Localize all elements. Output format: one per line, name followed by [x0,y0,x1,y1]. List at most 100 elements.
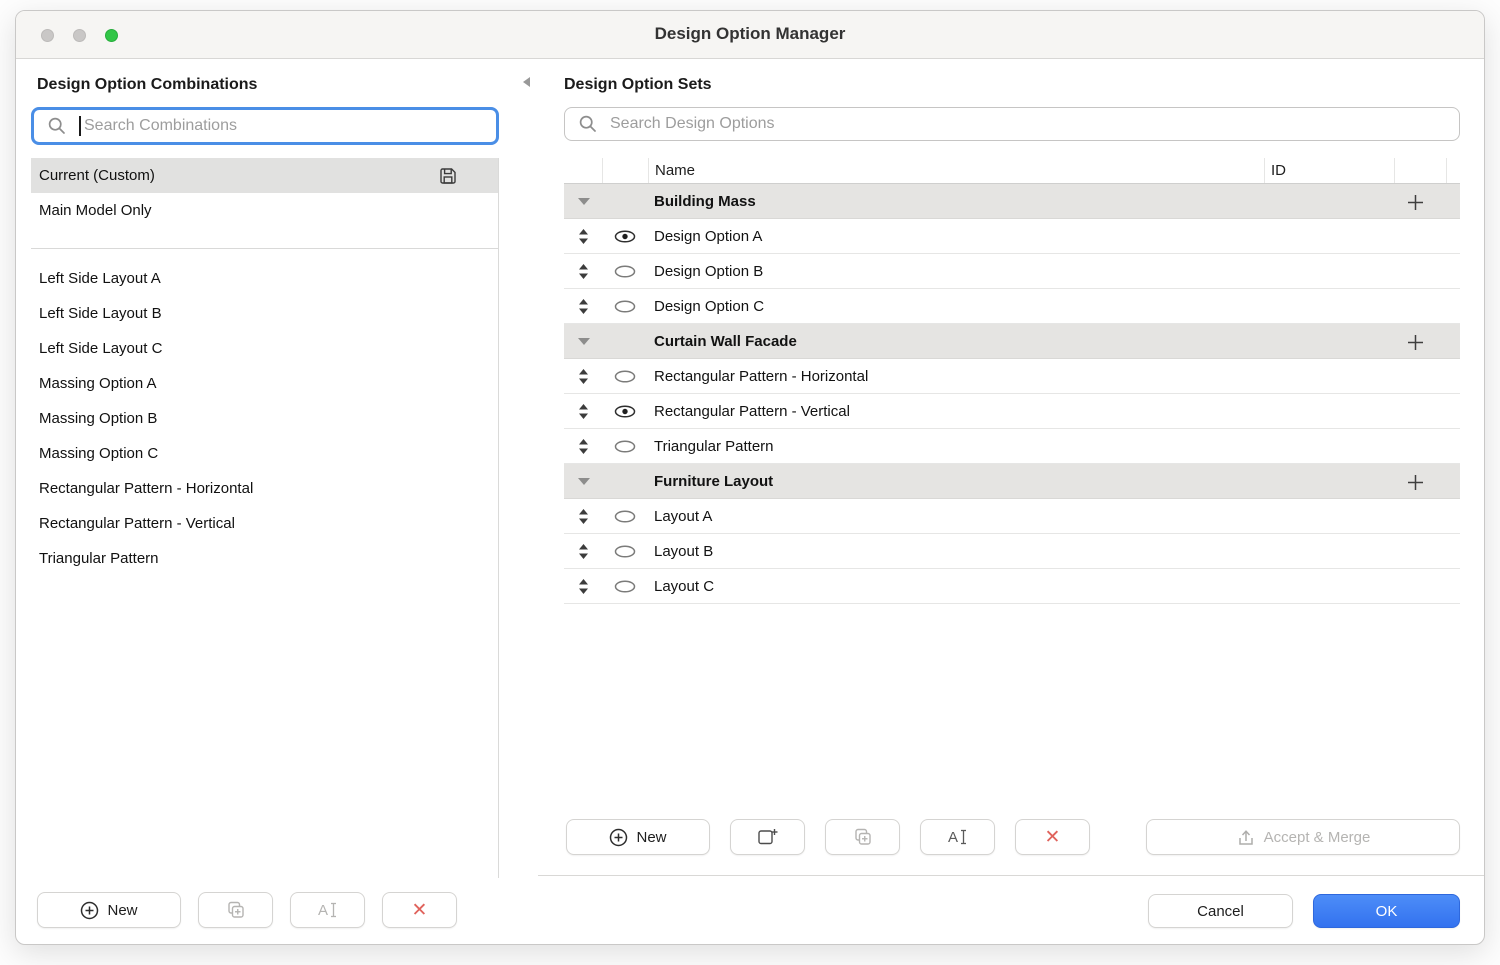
visibility-eye-icon[interactable] [613,544,637,559]
combination-item[interactable]: Triangular Pattern [31,541,498,576]
option-sets-search-box [564,107,1460,141]
combination-label: Massing Option C [39,445,158,462]
rename-icon: A [317,900,339,920]
chevron-down-icon[interactable] [578,478,590,485]
plus-icon [1407,194,1424,211]
delete-combination-button[interactable]: ✕ [382,892,457,928]
option-row[interactable]: Design Option A [564,219,1460,254]
combination-item[interactable]: Rectangular Pattern - Vertical [31,506,498,541]
option-sets-toolbar: New A [566,819,1460,855]
combination-item[interactable]: Massing Option B [31,401,498,436]
plus-circle-icon [80,901,99,920]
chevron-down-icon[interactable] [578,198,590,205]
text-caret [79,116,81,136]
option-name: Triangular Pattern [648,438,1264,455]
duplicate-combination-button[interactable] [198,892,273,928]
column-extra-2 [1446,158,1460,183]
drag-handle-icon[interactable] [564,438,602,455]
drag-handle-icon[interactable] [564,403,602,420]
combination-item[interactable]: Left Side Layout A [31,261,498,296]
column-id: ID [1264,158,1394,183]
combination-label: Rectangular Pattern - Horizontal [39,480,253,497]
visibility-eye-icon[interactable] [613,229,637,244]
svg-text:A: A [318,902,328,919]
rename-icon: A [947,827,969,847]
plus-icon [1407,474,1424,491]
merge-up-arrow-icon [1236,827,1256,847]
option-row[interactable]: Design Option B [564,254,1460,289]
option-sets-panel-title: Design Option Sets [564,76,1460,94]
visibility-eye-icon[interactable] [613,404,637,419]
rename-combination-button[interactable]: A [290,892,365,928]
option-name: Layout A [648,508,1264,525]
delete-option-button[interactable]: ✕ [1015,819,1090,855]
add-option-button[interactable] [1404,471,1426,493]
visibility-eye-icon[interactable] [613,439,637,454]
drag-handle-icon[interactable] [564,298,602,315]
ok-button[interactable]: OK [1313,894,1460,928]
option-name: Design Option A [648,228,1264,245]
footer-separator [538,875,1484,876]
combination-item[interactable]: Massing Option A [31,366,498,401]
option-sets-search-input[interactable] [610,115,1459,133]
visibility-eye-icon[interactable] [613,579,637,594]
new-option-set-button[interactable]: New [566,819,710,855]
option-row[interactable]: Layout B [564,534,1460,569]
option-row[interactable]: Layout A [564,499,1460,534]
collapse-left-icon[interactable] [523,77,530,87]
visibility-eye-icon[interactable] [613,299,637,314]
visibility-eye-icon[interactable] [613,509,637,524]
option-row[interactable]: Rectangular Pattern - Horizontal [564,359,1460,394]
combination-item[interactable]: Left Side Layout B [31,296,498,331]
accept-merge-button[interactable]: Accept & Merge [1146,819,1460,855]
chevron-down-icon[interactable] [578,338,590,345]
combinations-toolbar: New A ✕ [37,892,499,928]
option-row[interactable]: Rectangular Pattern - Vertical [564,394,1460,429]
table-header: Name ID [564,158,1460,184]
combination-item[interactable]: Left Side Layout C [31,331,498,366]
combinations-search-input[interactable] [84,117,496,135]
dialog-footer: Cancel OK [564,894,1460,928]
option-sets-table: Building Mass Design Option A Design Opt… [564,184,1460,604]
svg-text:A: A [948,829,958,846]
folder-plus-icon [757,827,779,847]
combination-item[interactable]: Massing Option C [31,436,498,471]
option-set-name: Building Mass [648,193,1264,210]
option-set-name: Furniture Layout [648,473,1264,490]
combination-item-current[interactable]: Current (Custom) [31,158,498,193]
drag-handle-icon[interactable] [564,543,602,560]
new-combination-button[interactable]: New [37,892,181,928]
drag-handle-icon[interactable] [564,228,602,245]
plus-icon [1407,334,1424,351]
duplicate-option-button[interactable] [825,819,900,855]
drag-handle-icon[interactable] [564,508,602,525]
window-title: Design Option Manager [16,24,1484,44]
cancel-button[interactable]: Cancel [1148,894,1293,928]
drag-handle-icon[interactable] [564,263,602,280]
combination-label: Triangular Pattern [39,550,159,567]
option-set-header[interactable]: Furniture Layout [564,464,1460,499]
option-row[interactable]: Design Option C [564,289,1460,324]
drag-handle-icon[interactable] [564,368,602,385]
option-row[interactable]: Layout C [564,569,1460,604]
visibility-eye-icon[interactable] [613,264,637,279]
visibility-eye-icon[interactable] [613,369,637,384]
add-option-button[interactable] [1404,191,1426,213]
combination-item[interactable]: Main Model Only [31,193,498,228]
drag-handle-icon[interactable] [564,578,602,595]
combination-label: Left Side Layout C [39,340,162,357]
option-set-header[interactable]: Curtain Wall Facade [564,324,1460,359]
option-set-header[interactable]: Building Mass [564,184,1460,219]
panel-splitter[interactable] [514,59,538,944]
rename-option-button[interactable]: A [920,819,995,855]
new-folder-button[interactable] [730,819,805,855]
option-row[interactable]: Triangular Pattern [564,429,1460,464]
search-icon [578,114,598,134]
combinations-search-box [31,107,499,145]
column-name: Name [648,158,1264,183]
combination-label: Massing Option B [39,410,157,427]
add-option-button[interactable] [1404,331,1426,353]
combination-item[interactable]: Rectangular Pattern - Horizontal [31,471,498,506]
delete-x-icon: ✕ [412,901,428,920]
save-icon[interactable] [438,166,458,186]
